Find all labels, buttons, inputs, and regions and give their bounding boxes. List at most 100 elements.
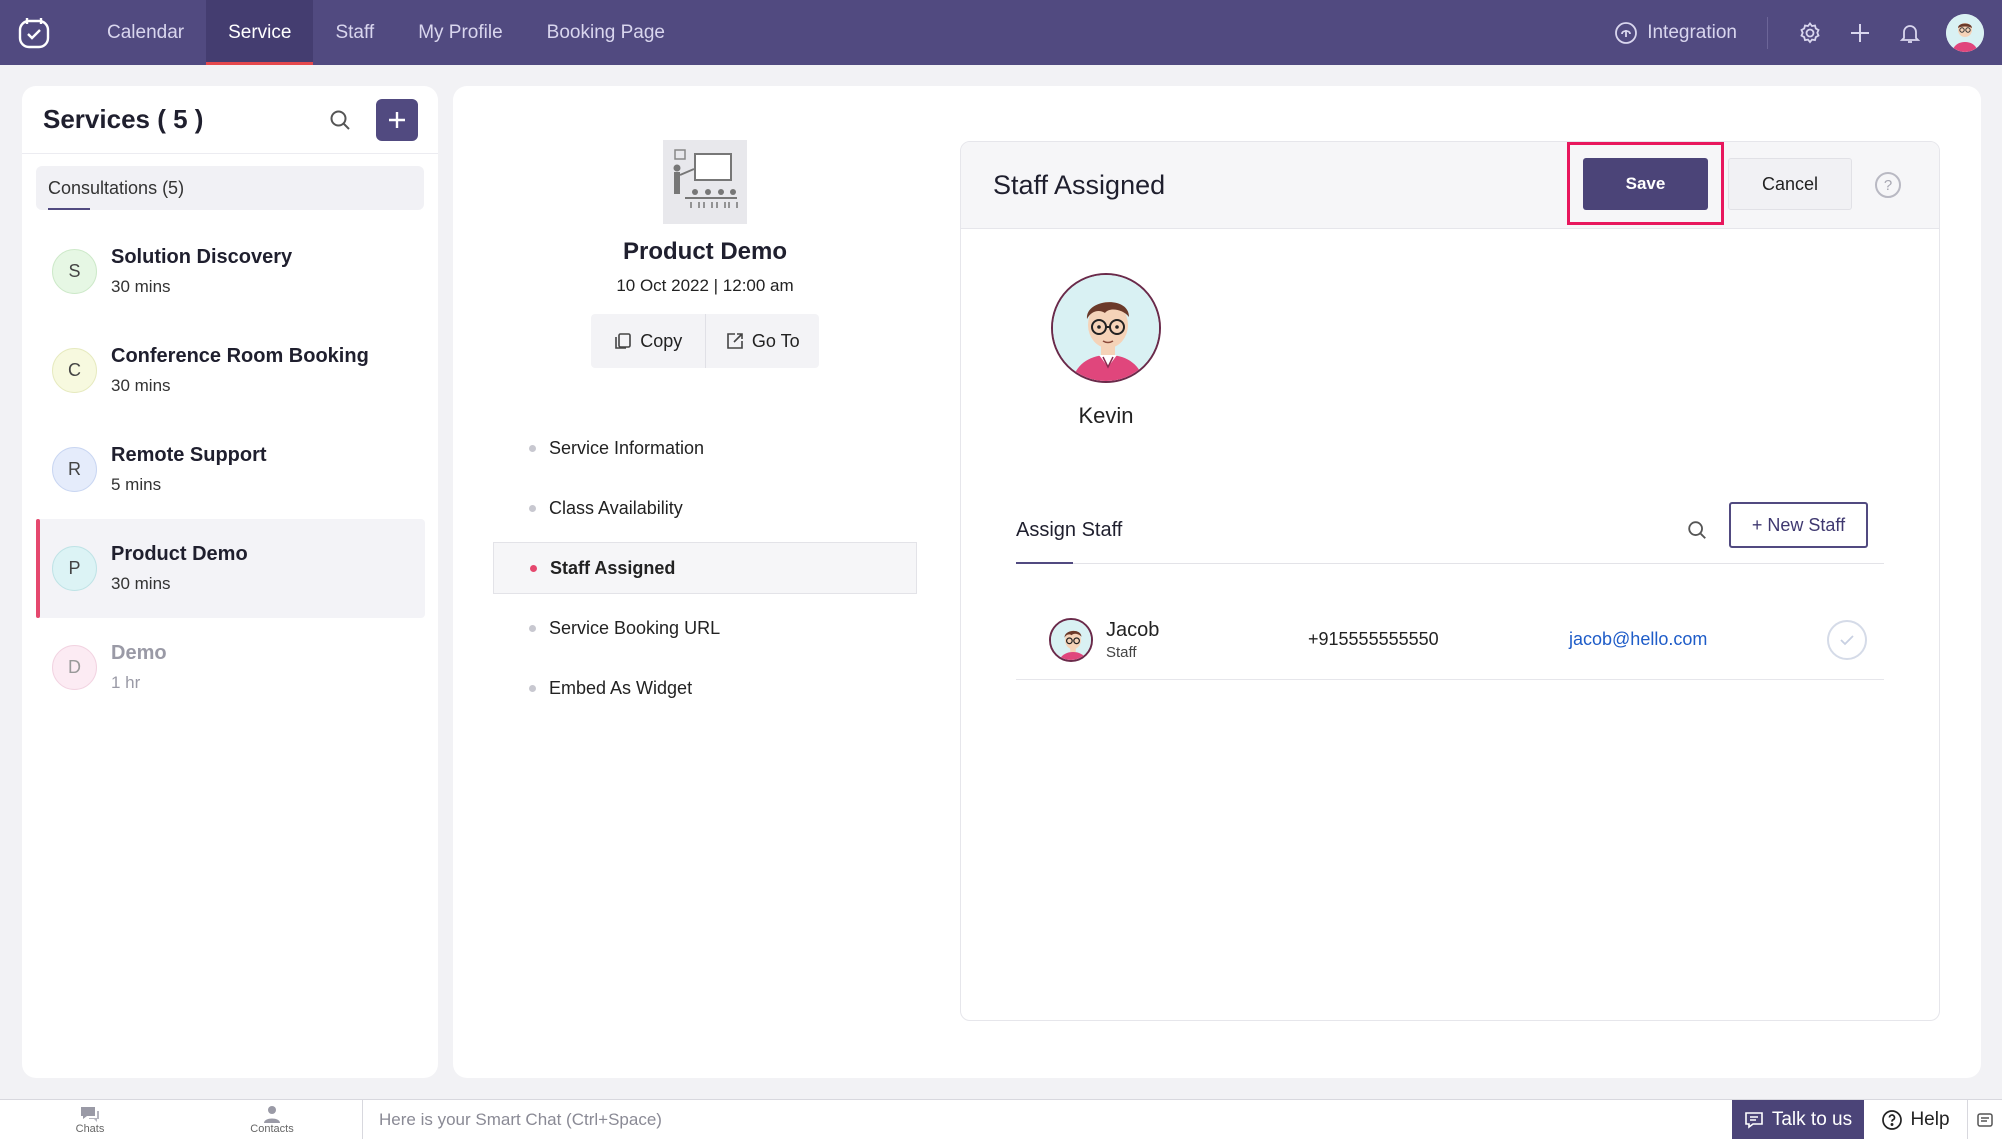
nav-tab-my-profile[interactable]: My Profile xyxy=(396,0,524,65)
assign-staff-header: Assign Staff + New Staff xyxy=(1016,502,1884,564)
service-item-solution-discovery[interactable]: S Solution Discovery 30 mins xyxy=(36,222,425,321)
app-logo-icon[interactable] xyxy=(2,0,66,65)
service-avatar: R xyxy=(52,447,97,492)
menu-label: Service Booking URL xyxy=(549,617,721,638)
service-duration: 30 mins xyxy=(111,277,171,296)
menu-item-service-information[interactable]: Service Information xyxy=(493,422,917,474)
message-icon xyxy=(1745,1112,1763,1129)
services-title: Services ( 5 ) xyxy=(43,104,204,134)
select-staff-checkbox[interactable] xyxy=(1827,619,1867,660)
service-avatar: P xyxy=(52,546,97,591)
assign-staff-title: Assign Staff xyxy=(1016,519,1123,541)
menu-dot xyxy=(530,564,537,572)
service-item-remote-support[interactable]: R Remote Support 5 mins xyxy=(36,420,425,519)
menu-label: Embed As Widget xyxy=(549,677,693,698)
menu-label: Service Information xyxy=(549,437,705,458)
add-service-button[interactable] xyxy=(376,98,418,141)
service-item-conference-room-booking[interactable]: C Conference Room Booking 30 mins xyxy=(36,321,425,420)
integration-icon xyxy=(1615,21,1638,44)
service-actions: Copy Go To xyxy=(591,314,819,368)
category-tab-consultations[interactable]: Consultations (5) xyxy=(36,166,424,210)
search-icon[interactable] xyxy=(324,104,356,136)
chats-label: Chats xyxy=(75,1122,105,1135)
save-button[interactable]: Save xyxy=(1583,158,1708,210)
service-name: Remote Support xyxy=(111,444,267,466)
nav-right-actions: Integration xyxy=(1614,0,2002,65)
staff-phone: +915555555550 xyxy=(1308,629,1439,649)
menu-item-class-availability[interactable]: Class Availability xyxy=(493,482,917,534)
cancel-button[interactable]: Cancel xyxy=(1728,158,1852,210)
nav-tab-booking-page[interactable]: Booking Page xyxy=(525,0,687,65)
service-avatar: C xyxy=(52,348,97,393)
jacob-avatar xyxy=(1049,617,1093,662)
help-button[interactable]: Help xyxy=(1864,1100,1968,1139)
service-duration: 30 mins xyxy=(111,376,171,395)
jacob-info: Jacob Staff xyxy=(1106,619,1306,661)
service-title: Product Demo xyxy=(622,238,787,265)
nav-tab-service[interactable]: Service xyxy=(206,0,314,65)
feedback-icon[interactable] xyxy=(1968,1100,2002,1139)
assigned-staff-kevin: Kevin xyxy=(1050,273,1162,429)
top-navigation-bar: Calendar Service Staff My Profile Bookin… xyxy=(0,0,2002,65)
kevin-avatar xyxy=(1051,273,1161,383)
service-duration: 5 mins xyxy=(111,475,162,494)
new-staff-button[interactable]: + New Staff xyxy=(1729,502,1868,548)
service-side-menu: Service Information Class Availability S… xyxy=(493,422,917,722)
staff-email-link[interactable]: jacob@hello.com xyxy=(1569,629,1707,650)
menu-item-service-booking-url[interactable]: Service Booking URL xyxy=(493,602,917,654)
staff-role: Staff xyxy=(1106,643,1137,661)
go-to-button[interactable]: Go To xyxy=(704,314,820,368)
staff-name: Jacob xyxy=(1106,618,1160,641)
service-duration: 30 mins xyxy=(111,574,171,593)
help-circle-icon xyxy=(1882,1110,1903,1130)
main-nav-tabs: Calendar Service Staff My Profile Bookin… xyxy=(85,0,687,65)
services-panel: Services ( 5 ) Consultations (5) S Solut… xyxy=(22,86,438,1078)
contacts-button[interactable]: Contacts xyxy=(182,1100,362,1139)
help-question-icon[interactable]: ? xyxy=(1875,172,1901,198)
menu-item-embed-as-widget[interactable]: Embed As Widget xyxy=(493,662,917,714)
services-panel-header: Services ( 5 ) xyxy=(22,86,438,154)
help-label: Help xyxy=(1910,1109,1950,1130)
user-avatar[interactable] xyxy=(1946,13,1984,52)
service-item-product-demo[interactable]: P Product Demo 30 mins xyxy=(36,519,425,618)
plus-add-icon[interactable] xyxy=(1836,9,1884,57)
settings-gear-icon[interactable] xyxy=(1786,9,1834,57)
service-avatar: D xyxy=(52,645,97,690)
plus-icon xyxy=(389,111,405,128)
menu-dot xyxy=(529,504,536,512)
chats-button[interactable]: Chats xyxy=(0,1100,180,1139)
menu-label: Class Availability xyxy=(549,497,683,518)
staff-assigned-card: Staff Assigned Save Cancel ? Kevin Assig… xyxy=(960,141,1940,1021)
contacts-label: Contacts xyxy=(250,1122,294,1135)
service-date: 10 Oct 2022 | 12:00 am xyxy=(616,276,794,295)
smart-chat-input[interactable]: Here is your Smart Chat (Ctrl+Space) xyxy=(362,1100,1732,1139)
integration-label: Integration xyxy=(1647,21,1737,43)
go-to-label: Go To xyxy=(751,330,800,351)
presentation-illustration-icon xyxy=(663,140,747,224)
search-icon[interactable] xyxy=(1681,514,1713,546)
menu-label: Staff Assigned xyxy=(550,557,676,578)
staff-card-header: Staff Assigned Save Cancel ? xyxy=(961,142,1939,229)
menu-item-staff-assigned[interactable]: Staff Assigned xyxy=(493,542,917,594)
talk-to-us-label: Talk to us xyxy=(1771,1109,1853,1130)
nav-tab-calendar[interactable]: Calendar xyxy=(85,0,206,65)
service-detail-panel: Product Demo 10 Oct 2022 | 12:00 am Copy… xyxy=(453,86,1981,1078)
notification-bell-icon[interactable] xyxy=(1886,9,1934,57)
external-link-icon xyxy=(727,333,743,349)
service-name: Solution Discovery xyxy=(111,246,293,268)
kevin-name: Kevin xyxy=(1078,403,1134,428)
service-summary: Product Demo 10 Oct 2022 | 12:00 am Copy… xyxy=(493,140,917,368)
copy-button[interactable]: Copy xyxy=(591,314,705,368)
nav-tab-staff[interactable]: Staff xyxy=(313,0,396,65)
services-list: S Solution Discovery 30 mins C Conferenc… xyxy=(22,222,438,717)
copy-icon xyxy=(615,333,632,349)
service-avatar: S xyxy=(52,249,97,294)
service-name: Conference Room Booking xyxy=(111,345,369,367)
chat-bubble-icon xyxy=(81,1106,99,1122)
staff-row-jacob[interactable]: Jacob Staff +915555555550 jacob@hello.co… xyxy=(1016,600,1884,680)
service-name: Product Demo xyxy=(111,543,248,565)
integration-link[interactable]: Integration xyxy=(1614,16,1768,49)
service-item-demo[interactable]: D Demo 1 hr xyxy=(36,618,425,717)
talk-to-us-button[interactable]: Talk to us xyxy=(1732,1100,1864,1139)
menu-dot xyxy=(529,624,536,632)
